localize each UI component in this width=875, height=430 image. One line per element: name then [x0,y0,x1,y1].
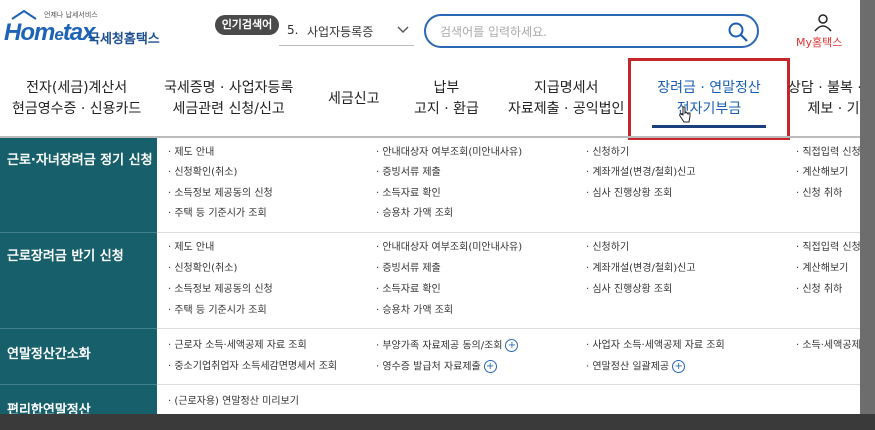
menu-link[interactable]: · 계산해보기 [796,262,848,276]
section-year-end-simplified: 연말정산간소화 · 근로자 소득·세액공제 자료 조회 · 중소기업취업자 소득… [0,329,860,385]
menu-link[interactable]: · 안내대상자 여부조회(미안내사유) [376,146,522,160]
popular-rank: 5. [287,23,299,37]
bottom-edge [0,414,875,430]
menu-link[interactable]: · 증빙서류 제출 [376,166,441,180]
hand-cursor-icon [679,106,691,123]
popular-search-select[interactable]: 5. 사업자등록증 [279,16,414,44]
nav-certificates[interactable]: 국세증명 · 사업자등록 세금관련 신청/신고 [164,78,293,120]
plus-circle-icon[interactable]: + [505,339,519,352]
menu-link[interactable]: · 심사 진행상황 조회 [586,187,672,201]
menu-link[interactable]: · 신청확인(취소) [168,166,237,180]
menu-link[interactable]: · 연말정산 일괄제공 + [586,360,686,375]
menu-link[interactable]: · 소득자료 확인 [376,187,441,201]
popular-search-badge: 인기검색어 [215,15,279,35]
logo-korean: 국세청홈택스 [88,32,160,47]
section-title[interactable]: 편리한연말정산 [7,399,91,414]
search-icon[interactable] [727,21,749,43]
menu-link[interactable]: · 주택 등 기준시가 조회 [168,304,267,318]
nav-electronic-invoice[interactable]: 전자(세금)계산서 현금영수증 · 신용카드 [12,78,141,120]
my-hometax-label: My홈택스 [796,36,843,49]
popular-term: 사업자등록증 [307,25,374,39]
menu-link[interactable]: · 승용차 가액 조회 [376,207,453,221]
menu-link[interactable]: · 신청하기 [586,146,629,160]
hometax-logo[interactable]: 언제나 납세서비스 Hometax 국세청홈택스 [4,10,169,50]
menu-link[interactable]: · 계좌개설(변경/철회)신고 [586,262,696,276]
menu-link[interactable]: · 소득정보 제공동의 신청 [168,187,273,201]
section-semiannual-incentive: 근로장려금 반기 신청 · 제도 안내 · 신청확인(취소) · 소득정보 제공… [0,233,860,329]
nav-incentives-year-end[interactable]: 장려금 · 연말정산 전자기부금 [628,58,790,140]
nav-incentives-label: 장려금 · 연말정산 전자기부금 [657,80,761,117]
menu-link[interactable]: · 신청하기 [586,241,629,255]
section-regular-incentive: 근로·자녀장려금 정기 신청 · 제도 안내 · 신청확인(취소) · 소득정보… [0,138,860,233]
person-icon [814,14,832,32]
section-title[interactable]: 근로장려금 반기 신청 [7,245,124,264]
nav-tax-filing[interactable]: 세금신고 [328,89,380,110]
menu-link[interactable]: · 신청확인(취소) [168,262,237,276]
menu-link[interactable]: · 사업자 소득·세액공제 자료 조회 [586,339,725,353]
menu-link[interactable]: · 승용차 가액 조회 [376,304,453,318]
menu-link[interactable]: · 제도 안내 [168,241,214,255]
section-title[interactable]: 연말정산간소화 [7,343,91,362]
search-box [424,14,759,48]
plus-circle-icon[interactable]: + [672,360,686,373]
active-tab-underline [652,125,766,128]
menu-link[interactable]: · 소득정보 제공동의 신청 [168,283,273,297]
chevron-down-icon[interactable] [397,24,409,36]
menu-link[interactable]: · 계좌개설(변경/철회)신고 [586,166,696,180]
menu-link[interactable]: · 제도 안내 [168,146,214,160]
menu-link[interactable]: · 부양가족 자료제공 동의/조회 + [376,339,519,354]
nav-consulting[interactable]: 상담 · 불복 · 고충제보 · 기타 [788,78,860,120]
menu-link[interactable]: · 신청 취하 [796,283,842,297]
menu-link[interactable]: · (근로자용) 연말정산 미리보기 [168,395,299,409]
nav-payment-statement[interactable]: 지급명세서 자료제출 · 공익법인 [508,78,624,120]
section-title[interactable]: 근로·자녀장려금 정기 신청 [7,149,153,168]
menu-link[interactable]: · 신청 취하 [796,187,842,201]
popular-underline [279,45,414,46]
menu-link[interactable]: · 직접입력 신청 [796,146,860,160]
menu-link[interactable]: · 안내대상자 여부조회(미안내사유) [376,241,522,255]
menu-link[interactable]: · 중소기업취업자 소득세감면명세서 조회 [168,360,337,374]
menu-link[interactable]: · 증빙서류 제출 [376,262,441,276]
menu-link[interactable]: · 주택 등 기준시가 조회 [168,207,267,221]
menu-link[interactable]: · 소득·세액공제 자 [796,339,860,353]
my-hometax-button[interactable]: My홈택스 [796,14,852,50]
menu-link[interactable]: · 심사 진행상황 조회 [586,283,672,297]
menu-link[interactable]: · 직접입력 신청 [796,241,860,255]
logo-brand: Hometax [4,19,95,46]
menu-link[interactable]: · 계산해보기 [796,166,848,180]
section-convenient-year-end: 편리한연말정산 · (근로자용) 연말정산 미리보기 [0,385,860,414]
nav-payment[interactable]: 납부 고지 · 환급 [414,78,479,120]
plus-circle-icon[interactable]: + [483,360,497,373]
right-scroll-edge [860,0,875,430]
menu-link[interactable]: · 소득자료 확인 [376,283,441,297]
search-input[interactable] [438,22,722,42]
hometax-page: 언제나 납세서비스 Hometax 국세청홈택스 인기검색어 5. 사업자등록증… [0,0,860,414]
menu-link[interactable]: · 영수증 발급처 자료제출 + [376,360,497,375]
menu-link[interactable]: · 근로자 소득·세액공제 자료 조회 [168,339,307,353]
